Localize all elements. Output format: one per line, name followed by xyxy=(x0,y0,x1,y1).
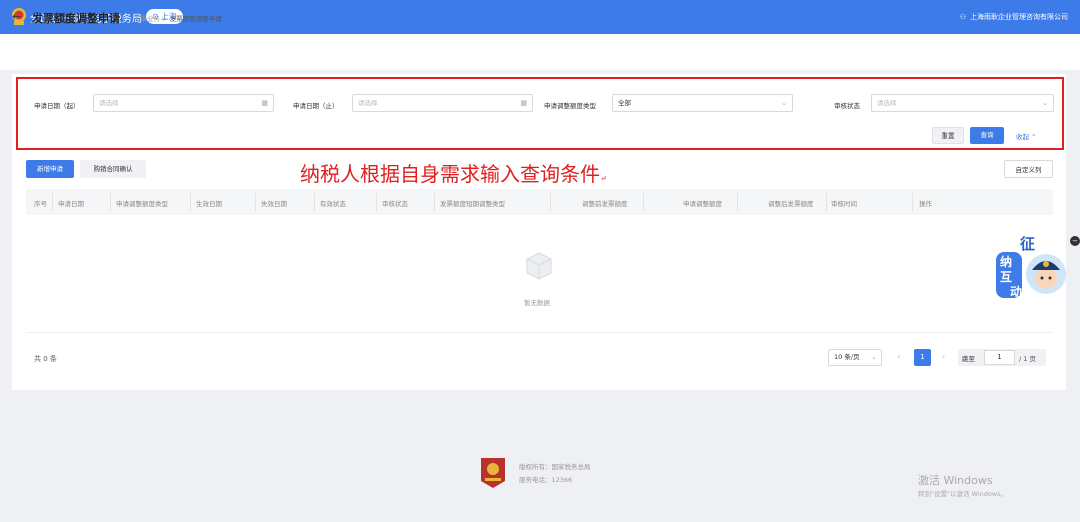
column-header: 调整前发票额度 xyxy=(582,200,628,208)
column-header: 调整后发票额度 xyxy=(768,200,814,208)
empty-box-icon xyxy=(526,252,552,280)
adjust-type-select[interactable]: 全部 ⌄ xyxy=(612,94,793,112)
total-pages: / 1 页 xyxy=(1019,355,1036,363)
adjust-type-value: 全部 xyxy=(618,99,631,107)
review-status-label: 审核状态 xyxy=(834,102,860,110)
column-divider xyxy=(550,193,551,211)
minus-icon[interactable]: − xyxy=(1070,236,1080,246)
user-icon: ⚇ xyxy=(959,13,966,21)
page-title: 发票额度调整申请 xyxy=(32,12,120,25)
reset-button[interactable]: 重置 xyxy=(932,127,964,144)
column-divider xyxy=(314,193,315,211)
column-header: 序号 xyxy=(34,200,47,208)
table-header xyxy=(26,189,1053,215)
activation-watermark-hint: 转到"设置"以激活 Windows。 xyxy=(918,490,1008,498)
user-menu[interactable]: ⚇ 上海雨耿企业管理咨询有限公司 xyxy=(960,12,1068,22)
user-name: 上海雨耿企业管理咨询有限公司 xyxy=(970,13,1068,21)
breadcrumb: 发票业务 > 发票额度调整申请 xyxy=(134,13,222,23)
column-divider xyxy=(912,193,913,211)
column-divider xyxy=(52,193,53,211)
assistant-char: 征 xyxy=(1020,236,1035,253)
back-arrow-icon[interactable]: ← xyxy=(12,10,21,23)
start-date-label: 申请日期（起） xyxy=(34,102,80,110)
prev-page-icon[interactable]: ‹ xyxy=(897,352,900,361)
column-header: 生效日期 xyxy=(196,200,222,208)
column-header: 申请调整额度 xyxy=(683,200,722,208)
assistant-char: 纳 xyxy=(1000,254,1012,269)
review-status-placeholder: 请选择 xyxy=(877,99,897,107)
column-divider xyxy=(643,193,644,211)
divider xyxy=(26,332,1053,333)
total-count: 共 0 条 xyxy=(34,355,57,363)
custom-columns-button[interactable]: 自定义列 xyxy=(1004,160,1053,178)
contract-confirm-button[interactable]: 购销合同确认 xyxy=(80,160,146,178)
page-size-value: 10 条/页 xyxy=(834,353,860,361)
column-header: 审核时间 xyxy=(831,200,857,208)
chevron-down-icon: ⌄ xyxy=(1042,99,1048,107)
column-divider xyxy=(110,193,111,211)
column-header: 发票额度短期调整类型 xyxy=(440,200,505,208)
collapse-toggle[interactable]: 收起 ⌃ xyxy=(1016,131,1037,141)
collapse-label: 收起 xyxy=(1016,133,1029,141)
end-date-label: 申请日期（止） xyxy=(293,102,339,110)
column-divider xyxy=(826,193,827,211)
annotation-text: 纳税人根据自身需求输入查询条件↵ xyxy=(300,158,607,187)
chevron-down-icon: ⌄ xyxy=(781,99,787,107)
end-date-placeholder: 请选择 xyxy=(358,99,378,107)
column-header: 操作 xyxy=(919,200,932,208)
start-date-placeholder: 请选择 xyxy=(99,99,119,107)
adjust-type-label: 申请调整额度类型 xyxy=(544,102,596,110)
review-status-select[interactable]: 请选择 ⌄ xyxy=(871,94,1054,112)
column-divider xyxy=(190,193,191,211)
column-header: 申请调整额度类型 xyxy=(116,200,168,208)
breadcrumb-item-current: 发票额度调整申请 xyxy=(169,15,222,23)
calendar-icon: ▦ xyxy=(520,99,527,107)
column-divider xyxy=(376,193,377,211)
breadcrumb-separator-icon: > xyxy=(162,15,170,23)
highlight-box xyxy=(16,77,1064,150)
column-header: 有效状态 xyxy=(320,200,346,208)
query-button[interactable]: 查询 xyxy=(970,127,1004,144)
next-page-icon[interactable]: › xyxy=(942,352,945,361)
column-divider xyxy=(255,193,256,211)
copyright-text: 版权所有：国家税务总局 xyxy=(519,463,591,471)
title-bar xyxy=(0,34,1080,70)
assistant-widget-icon[interactable]: 征 纳 互 动 xyxy=(994,236,1070,304)
return-mark-icon: ↵ xyxy=(600,174,607,183)
footer-info: 版权所有：国家税务总局 服务电话：12366 xyxy=(519,461,591,487)
annotation-content: 纳税人根据自身需求输入查询条件 xyxy=(300,162,600,186)
empty-text: 暂无数据 xyxy=(524,299,550,307)
end-date-input[interactable]: 请选择 ▦ xyxy=(352,94,533,112)
jump-page-input[interactable]: 1 xyxy=(984,350,1015,365)
assistant-char: 互 xyxy=(1000,270,1012,284)
column-header: 审核状态 xyxy=(382,200,408,208)
new-application-button[interactable]: 新增申请 xyxy=(26,160,74,178)
column-header: 失效日期 xyxy=(261,200,287,208)
chevron-up-icon: ⌃ xyxy=(1031,133,1037,141)
current-page-button[interactable]: 1 xyxy=(914,349,931,366)
breadcrumb-item-invoice[interactable]: 发票业务 xyxy=(134,15,160,23)
tax-bureau-logo-icon xyxy=(481,458,505,488)
calendar-icon: ▦ xyxy=(261,99,268,107)
start-date-input[interactable]: 请选择 ▦ xyxy=(93,94,274,112)
chevron-down-icon: ⌄ xyxy=(871,353,877,361)
jump-label: 跳至 xyxy=(962,355,975,363)
assistant-char: 动 xyxy=(1010,285,1022,299)
page-size-select[interactable]: 10 条/页 ⌄ xyxy=(828,349,882,366)
service-phone: 服务电话：12366 xyxy=(519,476,573,484)
column-divider xyxy=(737,193,738,211)
activation-watermark-title: 激活 Windows xyxy=(918,474,993,487)
column-header: 申请日期 xyxy=(58,200,84,208)
column-divider xyxy=(434,193,435,211)
